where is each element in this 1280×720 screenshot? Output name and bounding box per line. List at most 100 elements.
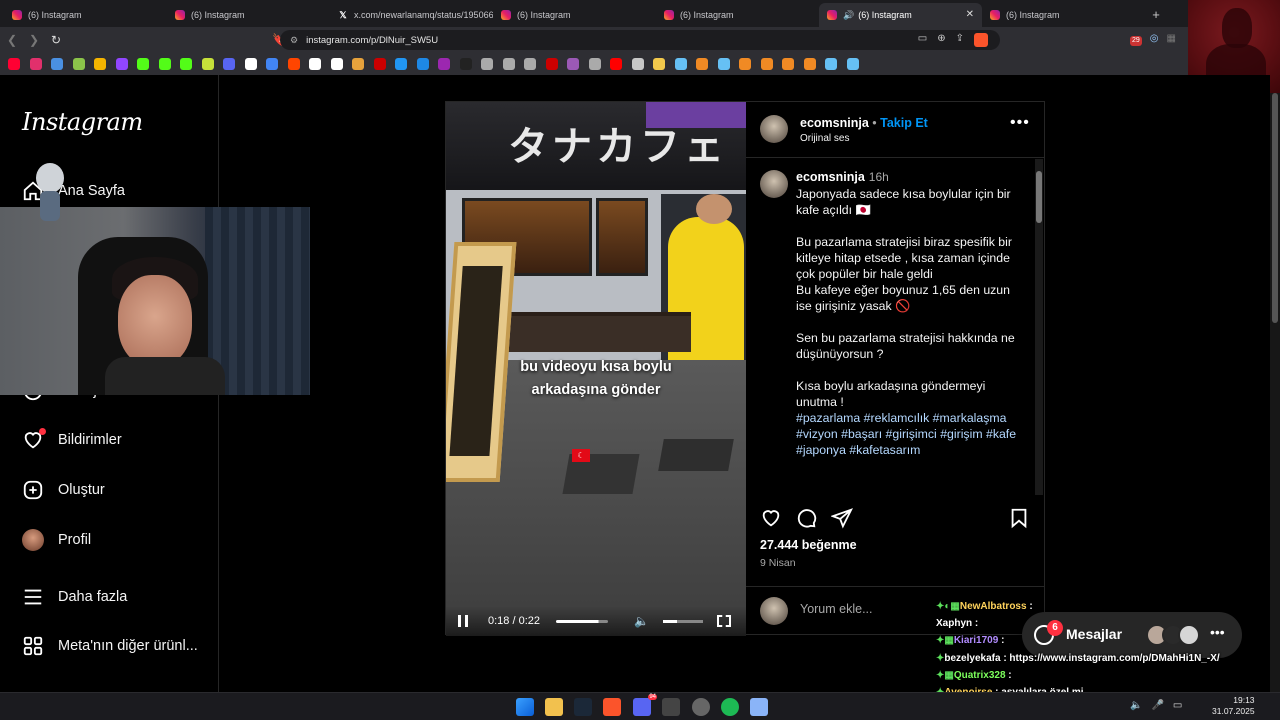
display-icon[interactable]: ▭ (1173, 700, 1182, 711)
comments-scrollbar[interactable] (1035, 159, 1043, 495)
extension-badge[interactable]: 29 (1130, 36, 1142, 46)
back-button[interactable]: ❮ (2, 33, 22, 47)
close-tab-icon[interactable]: ✕ (966, 9, 974, 20)
bookmark-icon[interactable] (502, 58, 515, 70)
discord-icon[interactable]: 94 (633, 694, 657, 716)
audio-label[interactable]: Orijinal ses (800, 133, 849, 144)
volume-icon[interactable]: 🔈 (634, 614, 649, 628)
caption-username[interactable]: ecomsninja (796, 170, 865, 184)
bookmark-icon[interactable] (803, 58, 816, 70)
browser-tab[interactable]: (6) Instagram (167, 3, 330, 27)
wifi-icon[interactable]: ◎ (1150, 33, 1159, 46)
bookmark-icon[interactable] (8, 58, 20, 70)
bookmark-icon[interactable] (739, 58, 751, 70)
spotify-icon[interactable] (721, 698, 739, 716)
sidebar-item-more[interactable]: Daha fazla (22, 582, 127, 612)
avatar[interactable] (760, 170, 788, 198)
volume-slider[interactable] (662, 619, 703, 623)
bookmark-icon[interactable] (631, 58, 644, 70)
browser-tab[interactable]: 𝕏x.com/newarlanamq/status/1950666 (330, 3, 493, 27)
fullscreen-button[interactable] (716, 615, 731, 627)
save-icon[interactable] (1007, 506, 1031, 530)
speaker-icon[interactable]: 🔊 (843, 10, 854, 21)
share-icon[interactable] (830, 506, 854, 530)
bookmark-icon[interactable] (524, 58, 536, 70)
bookmark-icon[interactable] (94, 58, 106, 70)
file-explorer-icon[interactable] (545, 698, 563, 716)
sidebar-item-notifications[interactable]: Bildirimler (22, 425, 122, 455)
cast-icon[interactable]: ▭ (918, 33, 927, 47)
bookmark-icon[interactable] (72, 58, 85, 70)
bookmark-icon[interactable] (244, 58, 257, 70)
bookmark-icon[interactable] (223, 58, 235, 70)
bookmark-icon[interactable] (395, 58, 407, 70)
sidebar-item-profile[interactable]: Profil (22, 525, 91, 555)
bookmark-icon[interactable] (29, 58, 42, 70)
zoom-icon[interactable]: ⊕ (937, 33, 945, 47)
forward-button[interactable]: ❯ (24, 33, 44, 47)
clock[interactable]: 19:13 31.07.2025 (1212, 695, 1255, 717)
bookmark-icon[interactable] (760, 58, 773, 70)
address-bar[interactable]: ⚙ instagram.com/p/DlNuir_SW5U ▭ ⊕ ⇪ (280, 30, 1000, 50)
bookmark-icon[interactable] (287, 58, 300, 70)
site-info-icon[interactable]: ⚙ (290, 35, 298, 46)
app-icon[interactable] (750, 698, 768, 716)
new-tab-button[interactable]: + (1145, 7, 1167, 22)
bookmark-icon[interactable] (201, 58, 214, 70)
bookmark-icon[interactable] (717, 58, 730, 70)
obs-icon[interactable] (692, 698, 710, 716)
follow-button[interactable]: Takip Et (880, 116, 928, 130)
comment-input[interactable]: Yorum ekle... (800, 602, 873, 616)
browser-tab-active[interactable]: 🔊 (6) Instagram ✕ (819, 3, 982, 27)
post-video[interactable]: タナカフェ bu videoyu kısa boylu arkadaşına g… (446, 102, 746, 636)
bookmark-icon[interactable] (180, 58, 192, 70)
bookmark-icon[interactable] (653, 58, 665, 70)
bookmark-icon[interactable] (610, 58, 622, 70)
browser-tab[interactable]: (6) Instagram (493, 3, 656, 27)
browser-tab[interactable]: (6) Instagram (982, 3, 1145, 27)
brave-shield-icon[interactable] (974, 33, 988, 47)
bookmark-icon[interactable] (825, 58, 837, 70)
avatar[interactable] (760, 115, 788, 143)
start-button[interactable] (516, 698, 534, 716)
sidebar-item-create[interactable]: Oluştur (22, 475, 105, 505)
mic-icon[interactable]: 🎤 (1151, 700, 1163, 711)
bookmark-icon[interactable] (309, 58, 321, 70)
bookmark-icon[interactable] (846, 58, 859, 70)
bookmark-icon[interactable] (438, 58, 450, 70)
bookmark-icon[interactable] (137, 58, 149, 70)
extension-icon[interactable]: ▦ (1167, 33, 1176, 46)
bookmark-icon[interactable] (782, 58, 794, 70)
post-username[interactable]: ecomsninja (800, 116, 869, 130)
steam-icon[interactable] (574, 698, 592, 716)
volume-icon[interactable]: 🔈 (1130, 700, 1142, 711)
bookmark-icon[interactable] (373, 58, 386, 70)
bookmark-icon[interactable] (674, 58, 687, 70)
bookmark-icon[interactable] (567, 58, 579, 70)
bookmark-icon[interactable] (481, 58, 493, 70)
bookmark-icon[interactable] (696, 58, 708, 70)
reload-button[interactable]: ↻ (46, 33, 66, 47)
bookmark-icon[interactable] (115, 58, 128, 70)
like-count[interactable]: 27.444 beğenme (760, 538, 857, 552)
sidebar-item-meta[interactable]: Meta'nın diğer ürünl... (22, 631, 198, 661)
pause-button[interactable] (458, 615, 468, 627)
browser-tab[interactable]: (6) Instagram (4, 3, 167, 27)
bookmark-icon[interactable] (459, 58, 472, 70)
bookmark-icon[interactable] (545, 58, 558, 70)
brave-icon[interactable] (603, 698, 621, 716)
browser-tab[interactable]: (6) Instagram (656, 3, 819, 27)
share-icon[interactable]: ⇪ (956, 33, 964, 47)
comment-icon[interactable] (794, 506, 818, 530)
hashtags[interactable]: #pazarlama #reklamcılık #markalaşma #viz… (796, 411, 1016, 457)
bookmark-icon[interactable] (588, 58, 601, 70)
more-options-icon[interactable]: ••• (1010, 114, 1030, 132)
bookmark-icon[interactable] (330, 58, 343, 70)
bookmark-icon[interactable] (352, 58, 364, 70)
bookmark-icon[interactable] (51, 58, 63, 70)
bookmark-icon[interactable] (158, 58, 171, 70)
like-icon[interactable] (759, 506, 783, 530)
bookmark-icon[interactable] (416, 58, 429, 70)
seek-bar[interactable] (556, 619, 608, 623)
app-icon[interactable] (662, 698, 680, 716)
